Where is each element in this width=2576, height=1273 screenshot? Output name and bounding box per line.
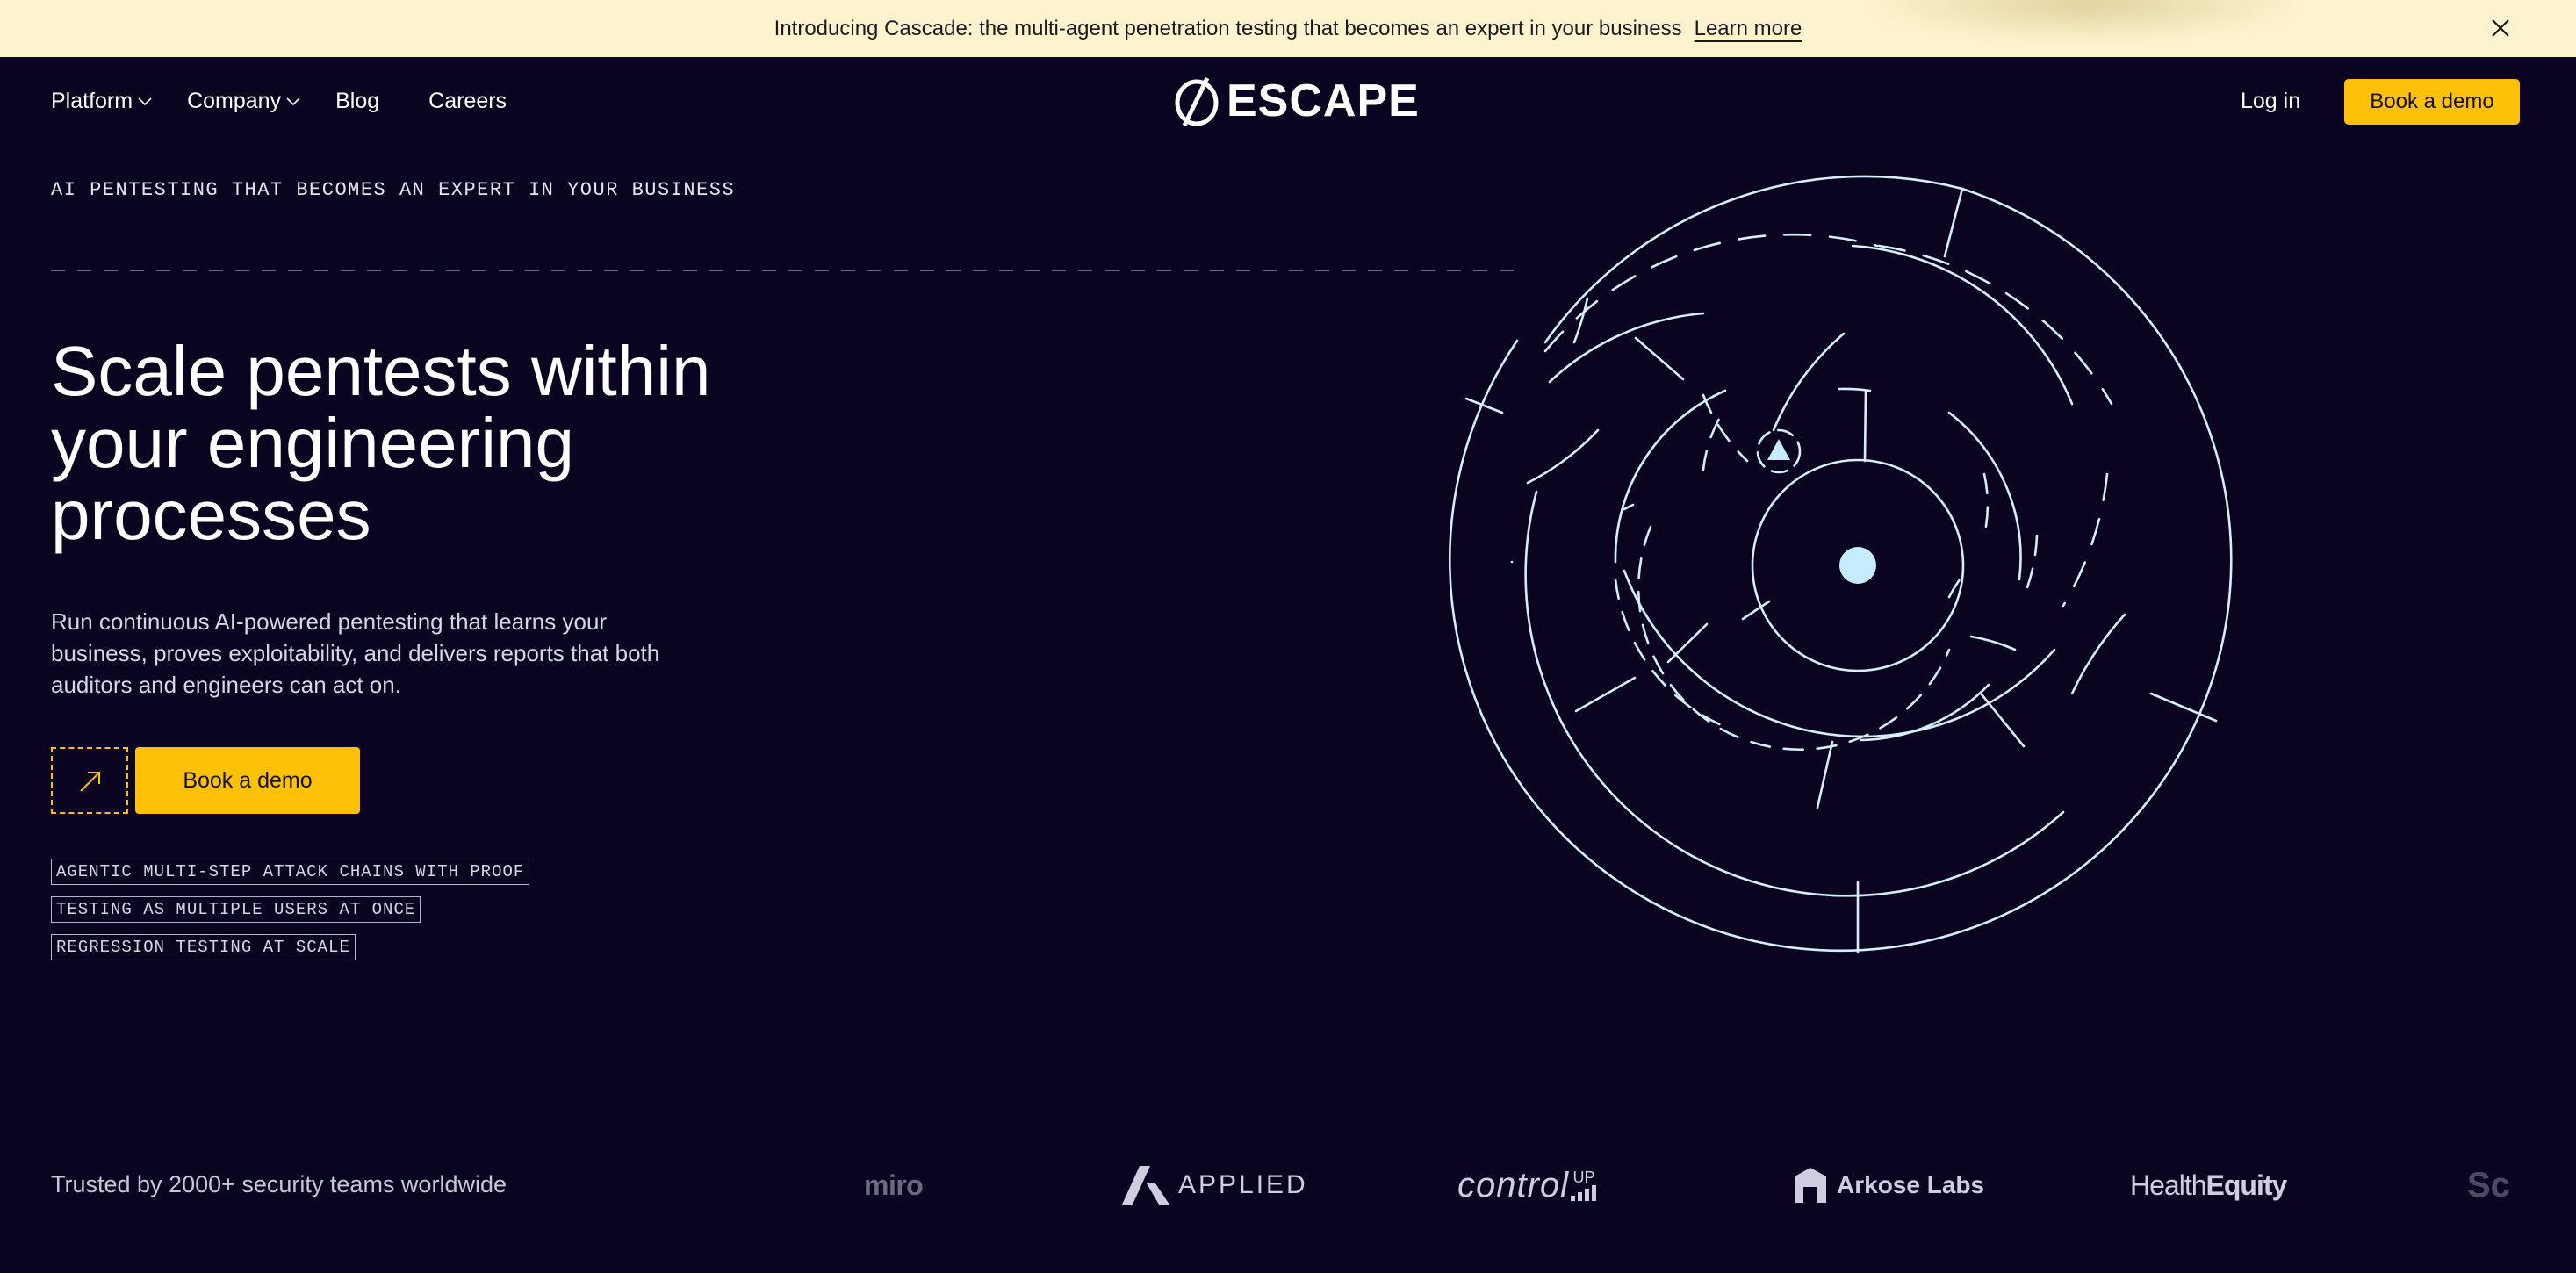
arkose-shield-icon — [1795, 1168, 1826, 1203]
controlup-logo-up: UP — [1572, 1169, 1595, 1186]
nav-menu: Platform Company Blog Careers — [51, 89, 556, 114]
hero-book-demo-button[interactable]: Book a demo — [135, 747, 360, 814]
feature-tags: AGENTIC MULTI-STEP ATTACK CHAINS WITH PR… — [51, 859, 530, 972]
controlup-logo-text: control — [1457, 1165, 1570, 1205]
nav-book-demo-button[interactable]: Book a demo — [2344, 79, 2520, 125]
signal-bars-icon — [1571, 1185, 1597, 1201]
controlup-logo: control UP — [1457, 1150, 1597, 1220]
applied-logo-text: APPLIED — [1178, 1170, 1308, 1199]
escape-logo-icon — [1175, 76, 1219, 127]
brand-logo[interactable]: ESCAPE — [1172, 75, 1420, 127]
healthequity-text-equity: Equity — [2205, 1169, 2288, 1201]
nav-platform[interactable]: Platform — [51, 89, 152, 114]
hero-subtext: Run continuous AI-powered pentesting tha… — [51, 608, 660, 698]
hero-headline: Scale pentests within your engineering p… — [51, 332, 711, 554]
hero-eyebrow: AI PENTESTING THAT BECOMES AN EXPERT IN … — [51, 179, 736, 201]
arkose-labs-text: Arkose Labs — [1837, 1171, 1985, 1198]
maze-illustration — [1448, 175, 2233, 954]
learn-more-link[interactable]: Learn more — [1695, 17, 1802, 41]
applied-logo: APPLIED — [1120, 1150, 1308, 1220]
close-icon[interactable] — [2490, 18, 2511, 39]
arrow-cta-box[interactable] — [51, 747, 128, 814]
healthequity-logo: Health Equity — [2130, 1150, 2288, 1220]
partial-logo-text: Sc — [2467, 1165, 2510, 1205]
nav-company-label: Company — [187, 89, 282, 113]
banner-glow — [1856, 0, 2313, 44]
dashed-divider — [51, 270, 1526, 271]
trusted-text: Trusted by 2000+ security teams worldwid… — [51, 1171, 507, 1197]
customer-logos: miro APPLIED control UP Arkose Labs Heal… — [843, 1150, 2529, 1220]
nav-careers[interactable]: Careers — [428, 89, 507, 114]
partial-logo: Sc — [2467, 1150, 2510, 1220]
arrow-up-right-icon — [80, 772, 100, 792]
brand-wordmark: ESCAPE — [1227, 76, 1420, 126]
announcement-text: Introducing Cascade: the multi-agent pen… — [774, 16, 1682, 40]
feature-tag: TESTING AS MULTIPLE USERS AT ONCE — [51, 896, 421, 923]
healthequity-text-health: Health — [2130, 1169, 2206, 1201]
login-link[interactable]: Log in — [2241, 89, 2300, 114]
applied-mark-icon — [1122, 1166, 1169, 1205]
chevron-down-icon — [138, 97, 152, 105]
arkose-labs-logo: Arkose Labs — [1793, 1150, 1984, 1220]
miro-logo: miro — [864, 1150, 924, 1220]
nav-blog-label: Blog — [335, 89, 380, 113]
chevron-down-icon — [286, 97, 300, 105]
nav-careers-label: Careers — [428, 89, 507, 113]
nav-company[interactable]: Company — [187, 89, 300, 114]
miro-logo-text: miro — [864, 1169, 924, 1201]
main-nav: Platform Company Blog Careers ESCAPE Log… — [0, 57, 2576, 149]
feature-tag: REGRESSION TESTING AT SCALE — [51, 934, 356, 960]
feature-tag: AGENTIC MULTI-STEP ATTACK CHAINS WITH PR… — [51, 859, 530, 885]
nav-platform-label: Platform — [51, 89, 133, 113]
nav-blog[interactable]: Blog — [335, 89, 379, 114]
announcement-bar: Introducing Cascade: the multi-agent pen… — [0, 0, 2576, 57]
